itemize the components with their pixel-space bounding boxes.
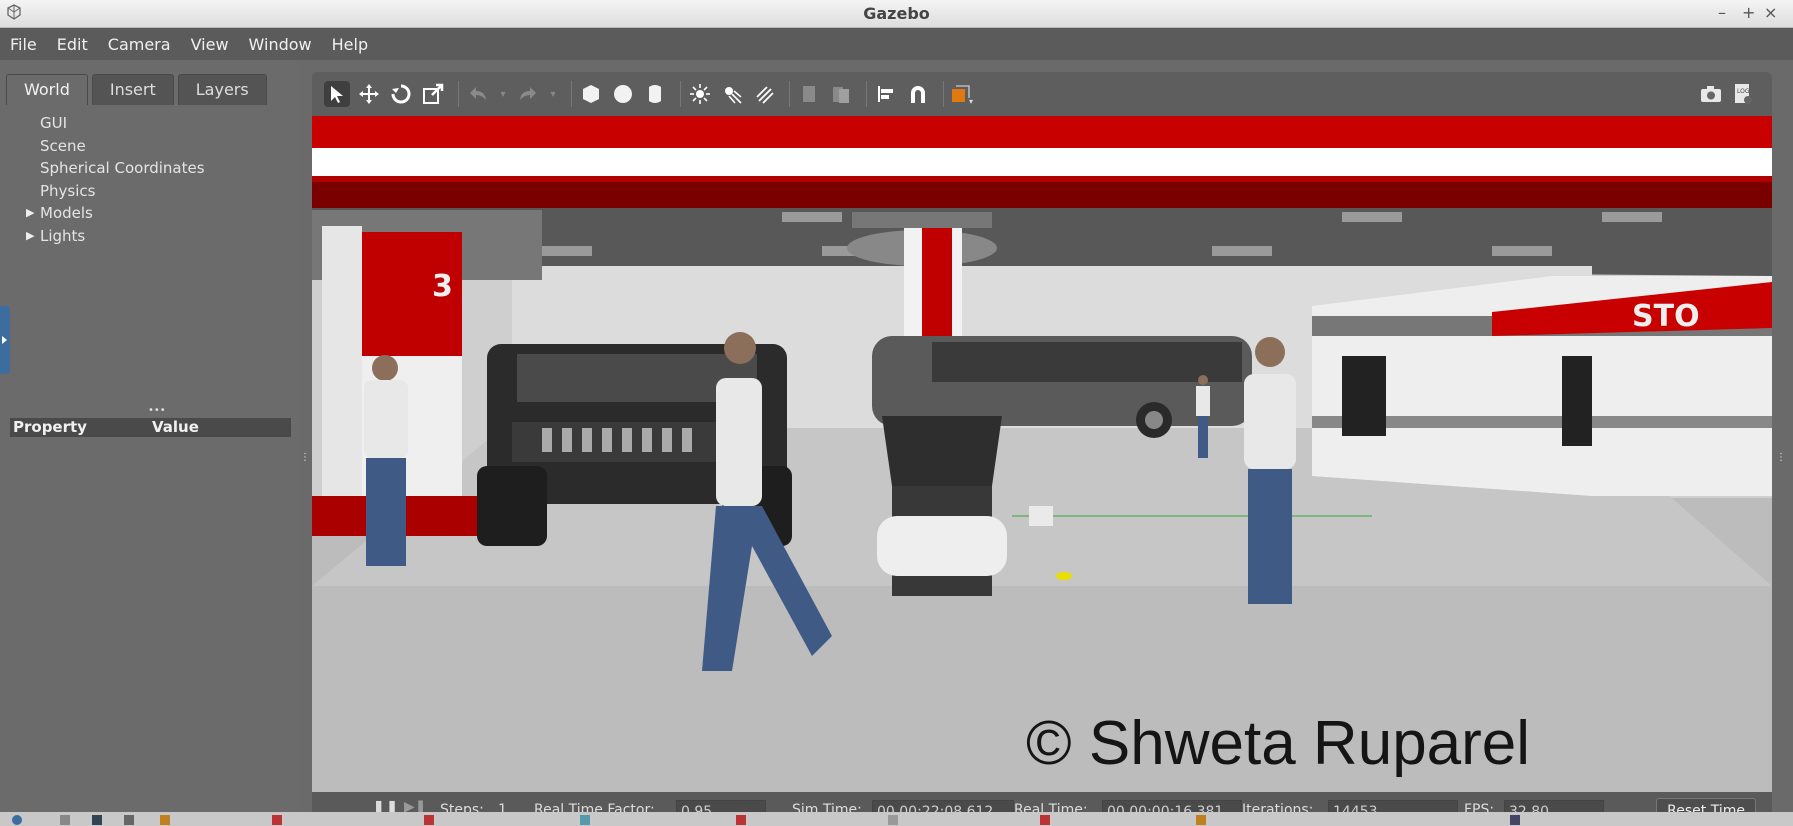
left-panel: World Insert Layers GUI Scene Spherical … — [0, 60, 300, 826]
select-arrow-icon[interactable] — [324, 81, 350, 107]
left-splitter-grip-icon[interactable]: ⋮ — [300, 452, 310, 463]
log-icon[interactable]: LOG — [1730, 81, 1756, 107]
toolbar-separator — [458, 81, 459, 107]
maximize-button[interactable]: + — [1742, 3, 1755, 22]
menu-edit[interactable]: Edit — [57, 35, 88, 54]
taskbar-item[interactable] — [272, 813, 285, 826]
close-button[interactable]: × — [1764, 3, 1777, 22]
taskbar-item[interactable] — [1196, 813, 1209, 826]
menu-window[interactable]: Window — [249, 35, 312, 54]
panel-splitter-handle[interactable]: ••• — [148, 405, 166, 416]
tree-item-label: Models — [40, 204, 93, 222]
toolbar-separator — [943, 81, 944, 107]
world-tree: GUI Scene Spherical Coordinates Physics … — [8, 112, 293, 408]
translate-icon[interactable] — [356, 81, 382, 107]
scene-toolbar: ▾ ▾ ▾ LOG — [312, 72, 1772, 116]
start-menu-icon[interactable] — [12, 813, 25, 826]
person-figure — [1244, 337, 1296, 604]
title-bar: Gazebo – + × — [0, 0, 1793, 28]
left-panel-tabs: World Insert Layers — [6, 74, 271, 105]
toolbar-separator — [866, 81, 867, 107]
os-taskbar — [0, 812, 1793, 826]
taskbar-item[interactable] — [1040, 813, 1053, 826]
view-angle-icon[interactable]: ▾ — [950, 81, 976, 107]
undo-icon[interactable] — [465, 81, 491, 107]
svg-text:STO: STO — [1632, 299, 1700, 334]
right-splitter-grip-icon[interactable]: ⋮ — [1776, 452, 1786, 463]
property-column-header: Property — [13, 418, 87, 436]
snap-icon[interactable] — [905, 81, 931, 107]
tree-item-label: Lights — [40, 226, 86, 245]
tab-insert[interactable]: Insert — [91, 74, 174, 105]
tab-layers[interactable]: Layers — [177, 74, 267, 105]
tree-item-label: GUI — [40, 114, 68, 132]
gazebo-task-icon[interactable] — [160, 813, 173, 826]
menu-help[interactable]: Help — [332, 35, 368, 54]
menu-view[interactable]: View — [191, 35, 229, 54]
tree-item-physics[interactable]: Physics — [8, 180, 293, 203]
taskbar-item[interactable] — [1510, 813, 1523, 826]
taskbar-item[interactable] — [736, 813, 749, 826]
tree-item-lights[interactable]: ▶ Lights — [8, 225, 293, 248]
point-light-icon[interactable] — [687, 81, 713, 107]
window-title: Gazebo — [863, 4, 930, 23]
gas-station-scene: 3 STO — [312, 116, 1772, 792]
tree-item-models[interactable]: ▶ Models — [8, 202, 293, 225]
tab-world[interactable]: World — [6, 74, 88, 105]
expand-arrow-icon[interactable]: ▶ — [26, 225, 34, 248]
taskbar-item[interactable] — [580, 813, 593, 826]
tree-item-label: Spherical Coordinates — [40, 159, 205, 177]
svg-text:LOG: LOG — [1737, 88, 1750, 95]
spot-light-icon[interactable] — [719, 81, 745, 107]
redo-icon[interactable] — [515, 81, 541, 107]
copy-icon[interactable] — [796, 81, 822, 107]
align-icon[interactable] — [873, 81, 899, 107]
svg-text:▾: ▾ — [969, 97, 973, 105]
toolbar-separator — [789, 81, 790, 107]
file-manager-icon[interactable] — [60, 813, 73, 826]
toolbar-separator — [680, 81, 681, 107]
watermark-text: © Shweta Ruparel — [1026, 709, 1531, 778]
box-shape-icon[interactable] — [578, 81, 604, 107]
taskbar-item[interactable] — [424, 813, 437, 826]
minimize-button[interactable]: – — [1718, 3, 1726, 22]
tree-item-label: Scene — [40, 136, 86, 155]
scale-icon[interactable] — [420, 81, 446, 107]
cylinder-shape-icon[interactable] — [642, 81, 668, 107]
screenshot-icon[interactable] — [1698, 81, 1724, 107]
menu-bar: File Edit Camera View Window Help — [0, 28, 1793, 60]
rotate-icon[interactable] — [388, 81, 414, 107]
collapse-left-panel-handle[interactable] — [0, 306, 10, 374]
expand-arrow-icon[interactable]: ▶ — [26, 202, 34, 225]
scene-viewport[interactable]: 3 STO — [312, 116, 1772, 792]
property-table-header: Property Value — [10, 418, 291, 437]
svg-text:3: 3 — [432, 269, 453, 304]
taskbar-item[interactable] — [888, 813, 901, 826]
directional-light-icon[interactable] — [751, 81, 777, 107]
menu-camera[interactable]: Camera — [108, 35, 171, 54]
tree-item-label: Physics — [40, 181, 96, 200]
browser-icon[interactable] — [124, 813, 137, 826]
undo-dropdown-icon[interactable]: ▾ — [497, 81, 509, 107]
value-column-header: Value — [152, 418, 199, 436]
person-figure — [1196, 375, 1210, 458]
paste-icon[interactable] — [828, 81, 854, 107]
person-figure — [364, 355, 408, 566]
tree-item-gui[interactable]: GUI — [8, 112, 293, 135]
terminal-icon[interactable] — [92, 813, 105, 826]
tree-item-spherical-coordinates[interactable]: Spherical Coordinates — [8, 157, 293, 180]
sphere-shape-icon[interactable] — [610, 81, 636, 107]
redo-dropdown-icon[interactable]: ▾ — [547, 81, 559, 107]
tree-item-scene[interactable]: Scene — [8, 135, 293, 158]
toolbar-separator — [571, 81, 572, 107]
menu-file[interactable]: File — [10, 35, 37, 54]
